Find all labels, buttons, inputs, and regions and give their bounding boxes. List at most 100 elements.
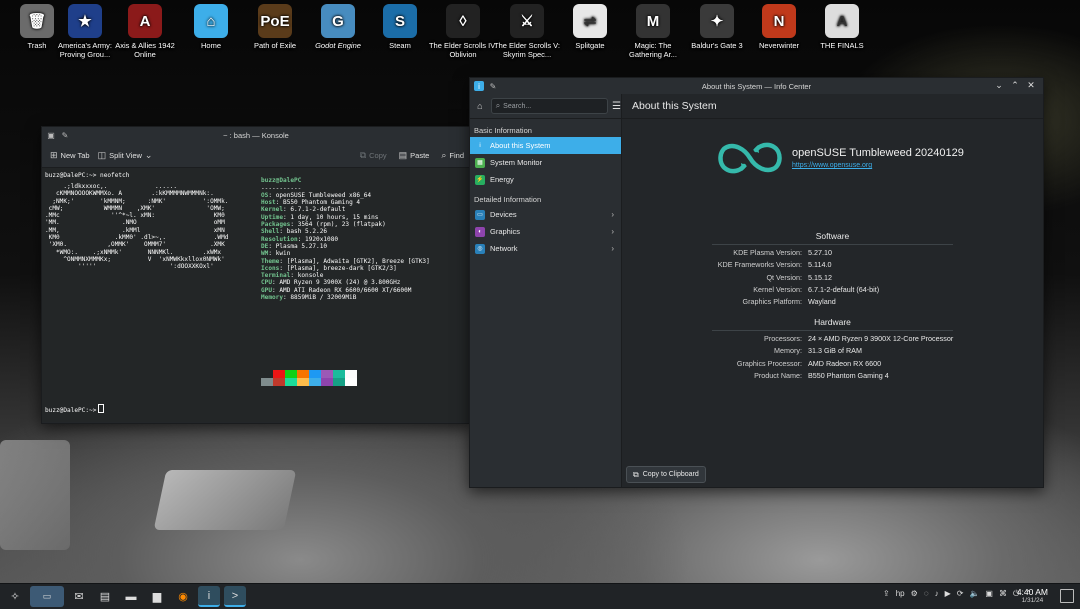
sidebar-item-label: Energy	[490, 175, 514, 184]
sidebar-item[interactable]: ◎ Network ›	[470, 240, 621, 257]
tray-icon[interactable]: ⟳	[957, 589, 964, 599]
section-header-detailed: Detailed Information	[474, 195, 542, 204]
konsole-window[interactable]: ▣ ✎ ~ : bash — Konsole ⊞ New Tab ◫ Split V…	[41, 126, 471, 424]
desktop-icon-label: THE FINALS	[820, 41, 864, 50]
sidebar-item[interactable]: ⚡ Energy	[470, 171, 621, 188]
color-swatch	[333, 378, 345, 386]
neofetch-key: GPU	[261, 286, 273, 294]
find-button[interactable]: ⌕ Find	[441, 150, 464, 161]
split-view-icon: ◫	[97, 149, 107, 160]
desktop-icon-image: ⚔	[510, 4, 544, 38]
mail-icon[interactable]: ✉	[68, 586, 90, 607]
desktop-icon[interactable]: N Neverwinter	[744, 4, 814, 50]
terminal-icon[interactable]: ▬	[120, 586, 142, 607]
tray-icon[interactable]: ▣	[985, 589, 993, 599]
desktop-icon-image: M	[636, 4, 670, 38]
pin-icon[interactable]: ✎	[488, 81, 498, 91]
copy-to-clipboard-button[interactable]: ⧉ Copy to Clipboard	[626, 466, 706, 483]
desktop-icons: 🗑 Trash ★ America's Army: Proving Grou... A A…	[0, 0, 1080, 70]
desktop-icon[interactable]: G Godot Engine	[303, 4, 373, 50]
split-view-button[interactable]: ◫ Split View ⌄	[98, 150, 153, 161]
sidebar-item-label: System Monitor	[490, 158, 543, 167]
info-center-title: About this System — Info Center	[701, 81, 812, 91]
desktop-icon[interactable]: M Magic: The Gathering Ar...	[618, 4, 688, 59]
app-launcher-icon[interactable]: ✧	[4, 586, 26, 607]
desktop-icon-image: A	[128, 4, 162, 38]
tray-icon[interactable]: ⌘	[999, 589, 1007, 599]
tray-icon[interactable]: ♪	[935, 589, 939, 599]
sidebar-item[interactable]: ▭ Devices ›	[470, 206, 621, 223]
desktop-icon[interactable]: ◊ The Elder Scrolls IV: Oblivion	[428, 4, 498, 59]
sidebar-item[interactable]: ◐ Graphics ›	[470, 223, 621, 240]
info-center-icon[interactable]: i	[198, 586, 220, 607]
info-value: AMD Radeon RX 6600	[808, 358, 882, 368]
tray-icon[interactable]: ▶	[945, 589, 951, 599]
tray-icon[interactable]: hp	[896, 589, 905, 599]
neofetch-value: AMD ATI Radeon RX 6600/6600 XT/6600M	[279, 286, 412, 294]
desktop-icon-image: A	[825, 4, 859, 38]
file-manager-icon[interactable]: ▆	[146, 586, 168, 607]
desktop-icon-image: S	[383, 4, 417, 38]
desktop-icon[interactable]: A THE FINALS	[807, 4, 877, 50]
neofetch-key: Uptime	[261, 213, 284, 221]
firefox-icon[interactable]: ◉	[172, 586, 194, 607]
tray-icon[interactable]: ⇪	[883, 589, 890, 599]
pager-icon[interactable]: ▭	[30, 586, 64, 607]
close-icon[interactable]: ✕	[1025, 80, 1037, 91]
maximize-icon[interactable]: ⌃	[1009, 80, 1021, 91]
show-desktop-button[interactable]	[1060, 589, 1074, 603]
distro-link[interactable]: https://www.opensuse.org	[792, 162, 964, 169]
desktop-icon[interactable]: ✦ Baldur's Gate 3	[682, 4, 752, 50]
info-value: Wayland	[808, 297, 836, 307]
konsole-window-icon[interactable]: ▣	[46, 130, 56, 140]
color-swatch	[273, 378, 285, 386]
info-center-titlebar[interactable]: i ✎ About this System — Info Center ⌄ ⌃ …	[470, 78, 1043, 94]
terminal-area[interactable]: buzz@DalePC:~> neofetch .;ldkxxxoc,. ...…	[42, 168, 470, 422]
tray-icon[interactable]: ⚙	[911, 589, 918, 599]
clipboard-icon: ⧉	[633, 469, 639, 479]
neofetch-info-line: WM: kwin	[261, 250, 291, 258]
system-settings-icon[interactable]: ▤	[94, 586, 116, 607]
konsole-titlebar[interactable]: ▣ ✎ ~ : bash — Konsole	[42, 127, 470, 143]
konsole-icon[interactable]: >	[224, 586, 246, 607]
color-swatch	[261, 370, 273, 378]
desktop-icon[interactable]: ⌂ Home	[176, 4, 246, 50]
info-value: B550 Phantom Gaming 4	[808, 370, 889, 380]
search-input[interactable]: ⌕ Search...	[490, 98, 609, 114]
info-center-window-icon[interactable]: i	[474, 81, 484, 91]
clock-time: 4:40 AM	[1016, 587, 1048, 597]
neofetch-key: Memory	[261, 294, 284, 302]
paste-button[interactable]: ▤ Paste	[399, 150, 430, 161]
desktop-icon-image: N	[762, 4, 796, 38]
clock[interactable]: 4:40 AM 1/31/24	[1017, 587, 1048, 604]
desktop-icon-image: PoE	[258, 4, 292, 38]
tray-icon[interactable]: ◌	[924, 589, 929, 599]
desktop-icon-label: Steam	[389, 41, 411, 50]
desktop-icon-label: Magic: The Gathering Ar...	[629, 41, 677, 59]
sidebar-item[interactable]: ▦ System Monitor	[470, 154, 621, 171]
desktop-icon[interactable]: ⚔ The Elder Scrolls V: Skyrim Spec...	[492, 4, 562, 59]
info-center-window[interactable]: i ✎ About this System — Info Center ⌄ ⌃ …	[469, 77, 1044, 488]
copy-to-clipboard-label: Copy to Clipboard	[642, 471, 699, 478]
info-key: KDE Frameworks Version:	[717, 260, 802, 270]
pin-icon[interactable]: ✎	[60, 130, 70, 140]
neofetch-value: 1920x1080	[305, 235, 339, 243]
new-tab-button[interactable]: ⊞ New Tab	[50, 150, 90, 161]
sidebar-item[interactable]: i About this System	[470, 137, 621, 154]
desktop-icon[interactable]: A Axis & Allies 1942 Online	[110, 4, 180, 59]
distro-banner: openSUSE Tumbleweed 20240129 https://www…	[714, 138, 964, 178]
software-section-title: Software	[815, 231, 850, 241]
neofetch-key: Theme	[261, 257, 280, 265]
desktop-icon[interactable]: S Steam	[365, 4, 435, 50]
neofetch-info-line: Terminal: konsole	[261, 272, 324, 280]
hamburger-menu-icon[interactable]: ☰	[612, 101, 621, 112]
home-icon[interactable]: ⌂	[473, 101, 487, 111]
info-value: 24 × AMD Ryzen 9 3900X 12-Core Processor	[808, 334, 954, 343]
neofetch-key: Packages	[261, 221, 291, 229]
tray-icon[interactable]: 🔈	[969, 589, 979, 599]
desktop-icon[interactable]: PoE Path of Exile	[240, 4, 310, 50]
copy-button[interactable]: ⧉ Copy	[360, 150, 387, 161]
desktop-icon[interactable]: ⇌ Splitgate	[555, 4, 625, 50]
minimize-icon[interactable]: ⌄	[993, 80, 1005, 91]
terminal-cursor	[98, 404, 105, 413]
